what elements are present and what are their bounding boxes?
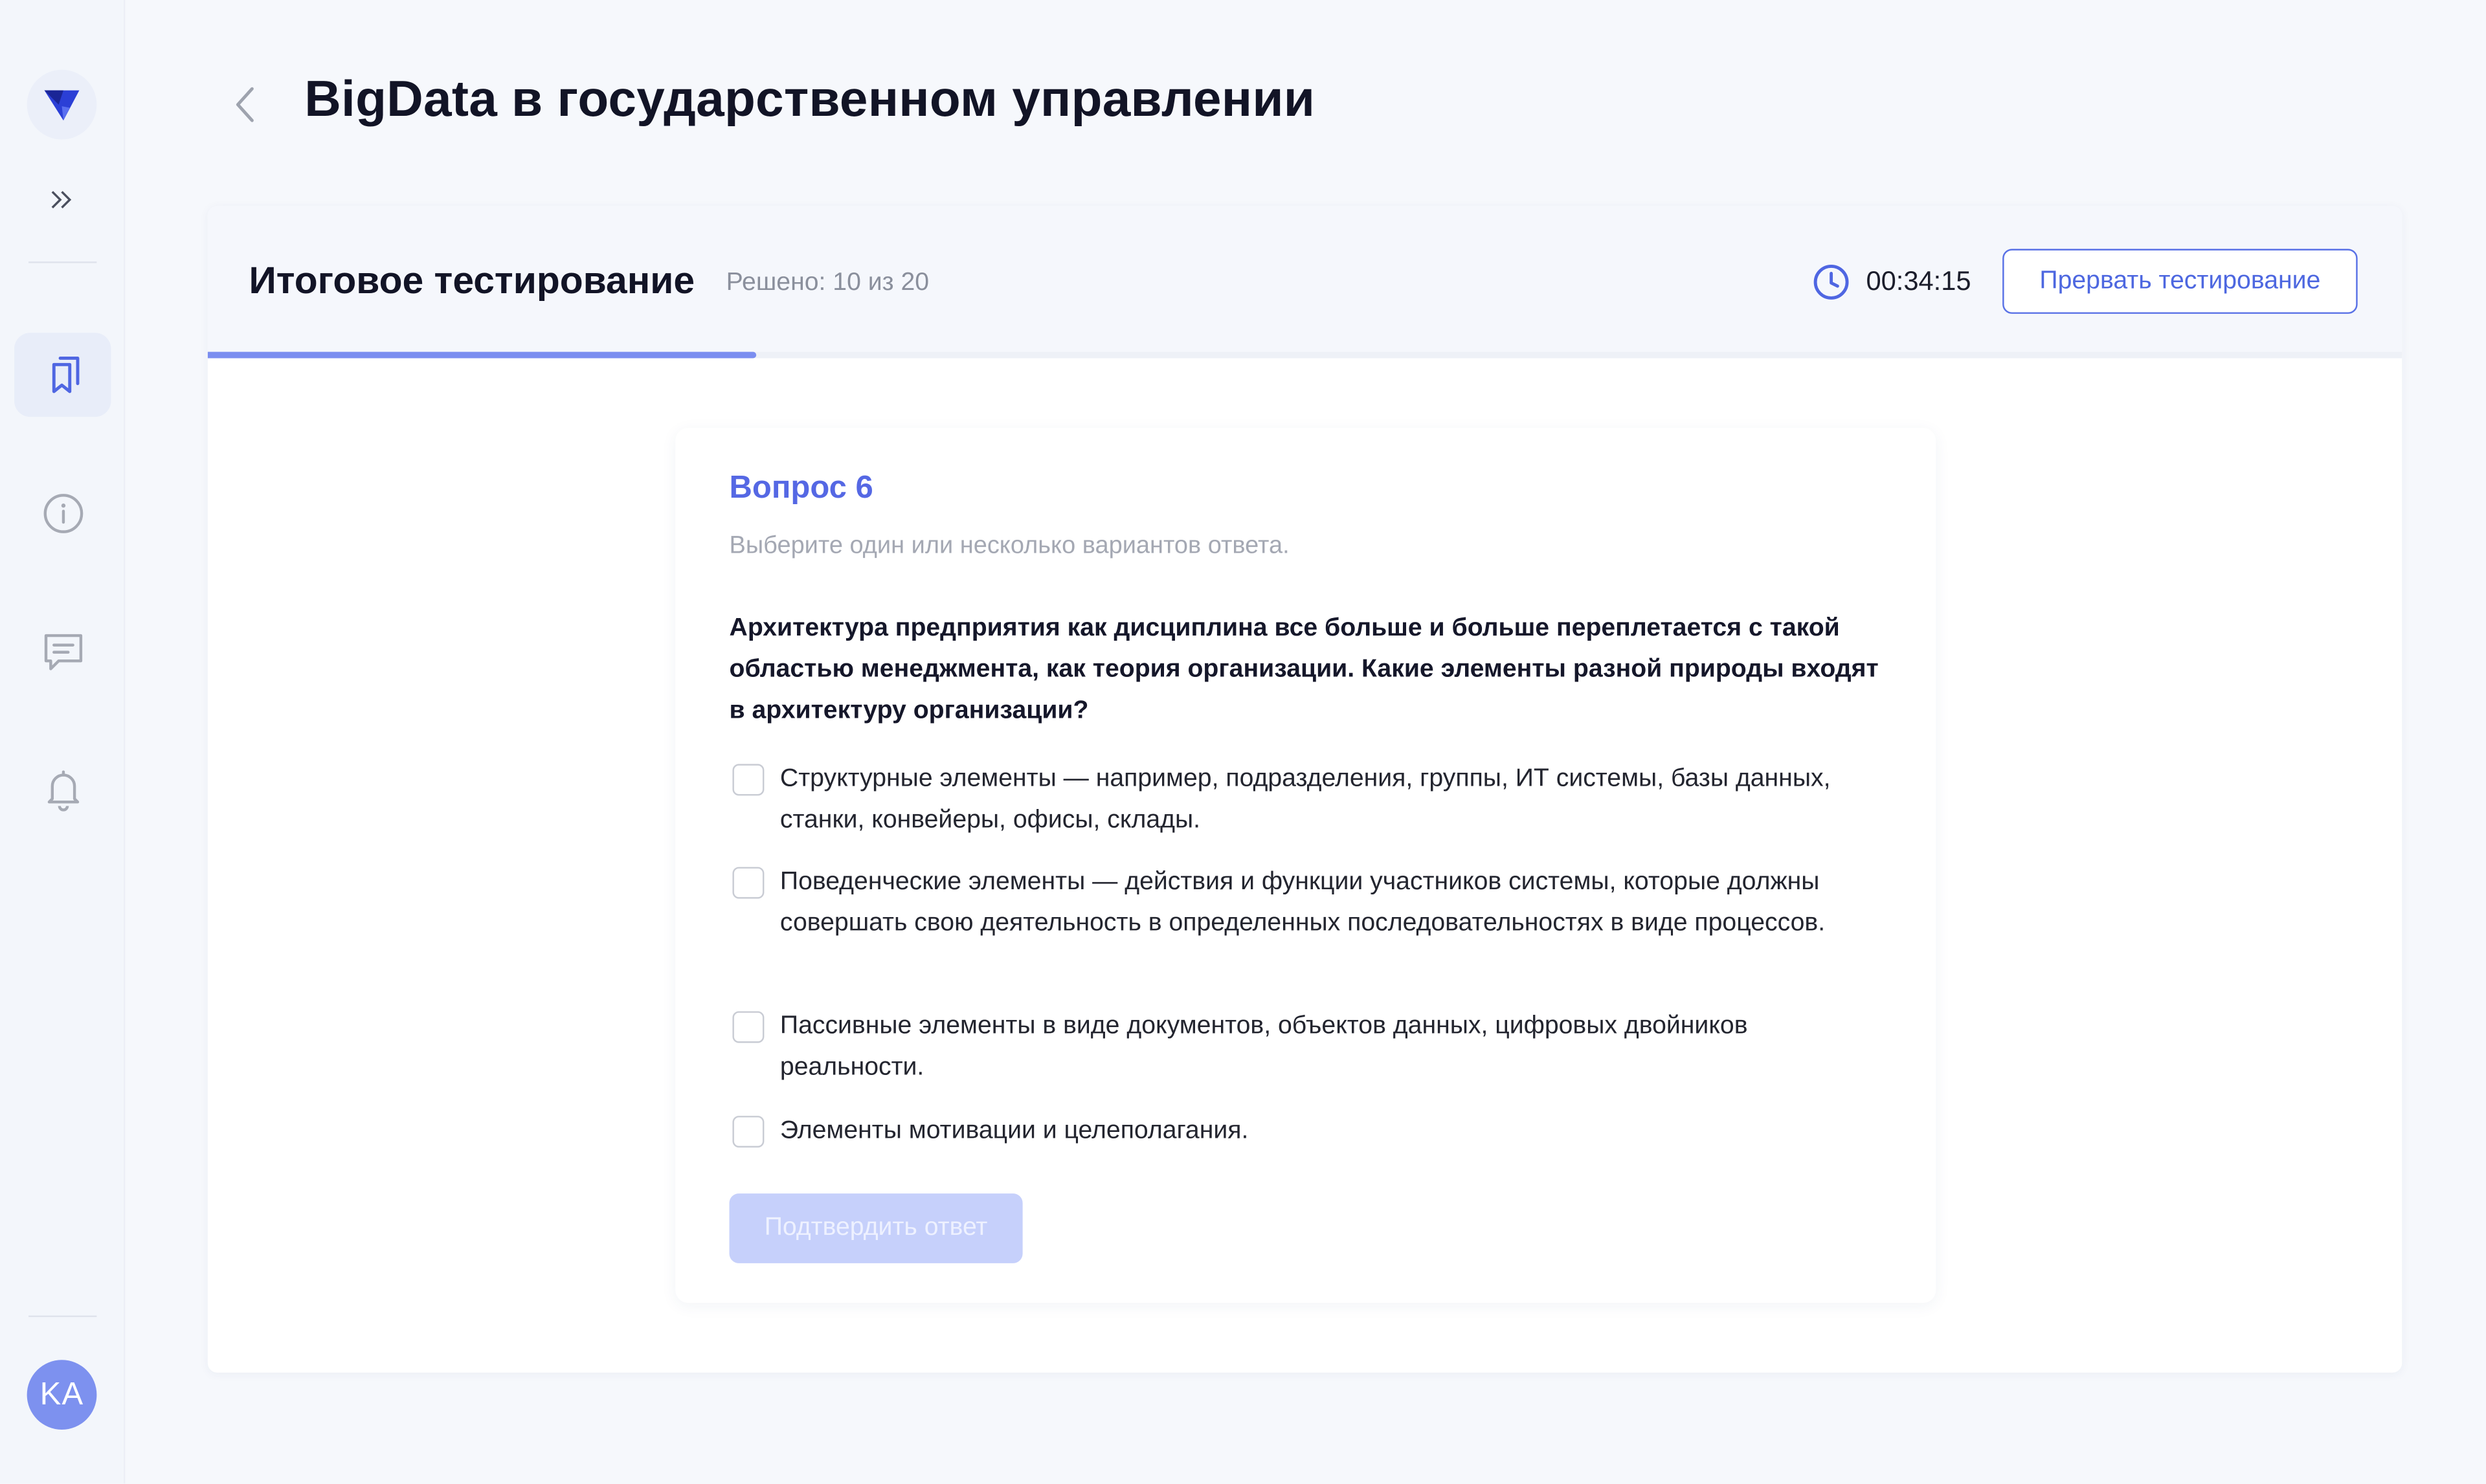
bell-icon [47,770,78,811]
answer-checkbox[interactable] [732,764,765,796]
sidebar-item-info[interactable] [14,471,111,555]
sidebar: KA [0,0,126,1484]
answer-label: Структурные элементы — например, подразд… [779,765,1831,834]
back-button[interactable] [225,82,267,127]
progress-bar [207,351,2402,359]
sidebar-item-courses[interactable] [14,333,111,417]
progress-bar-fill [207,351,757,359]
timer-value: 00:34:15 [1866,266,1971,296]
abort-test-button[interactable]: Прервать тестирование [2002,249,2358,314]
solved-counter: Решено: 10 из 20 [726,269,930,296]
question-hint: Выберите один или несколько вариантов от… [729,532,1290,560]
answer-label: Пассивные элементы в виде документов, об… [779,1012,1748,1081]
chat-icon [43,633,82,670]
bookmarks-icon [51,355,79,393]
answer-option-1[interactable]: Структурные элементы — например, подразд… [730,759,1887,841]
answer-checkbox[interactable] [732,867,765,899]
test-panel: Итоговое тестирование Решено: 10 из 20 0… [207,206,2402,1373]
chevrons-right-icon [51,191,72,209]
question-text: Архитектура предприятия как дисциплина в… [729,615,1879,725]
chevron-left-icon [236,87,254,122]
answer-label: Поведенческие элементы — действия и функ… [779,869,1826,937]
clock-icon [1813,264,1849,300]
sidebar-item-notifications[interactable] [14,746,111,830]
sidebar-divider [28,261,97,263]
answer-option-3[interactable]: Пассивные элементы в виде документов, об… [730,1006,1887,1089]
test-title: Итоговое тестирование [249,260,695,303]
answer-checkbox[interactable] [732,1011,765,1043]
question-card: Вопрос 6 Выберите один или несколько вар… [675,428,1936,1303]
logo-icon [44,90,80,121]
sidebar-divider-bottom [28,1315,97,1318]
answer-label: Элементы мотивации и целеполагания. [779,1117,1249,1145]
test-header: Итоговое тестирование Решено: 10 из 20 0… [207,206,2402,355]
logo[interactable] [27,69,97,140]
page-title: BigData в государственном управлении [304,69,1316,127]
question-number: Вопрос 6 [729,471,873,506]
answer-option-4[interactable]: Элементы мотивации и целеполагания. [730,1111,1887,1153]
user-avatar[interactable]: KA [27,1360,97,1430]
app-root: KA BigData в государственном управлении … [0,0,2486,1484]
sidebar-item-messages[interactable] [14,608,111,692]
confirm-answer-button[interactable]: Подтвердить ответ [729,1193,1023,1263]
answer-checkbox[interactable] [732,1116,765,1148]
info-icon [43,493,83,533]
expand-sidebar-button[interactable] [45,184,80,216]
timer: 00:34:15 [1812,263,1971,302]
answer-option-2[interactable]: Поведенческие элементы — действия и функ… [730,862,1887,944]
